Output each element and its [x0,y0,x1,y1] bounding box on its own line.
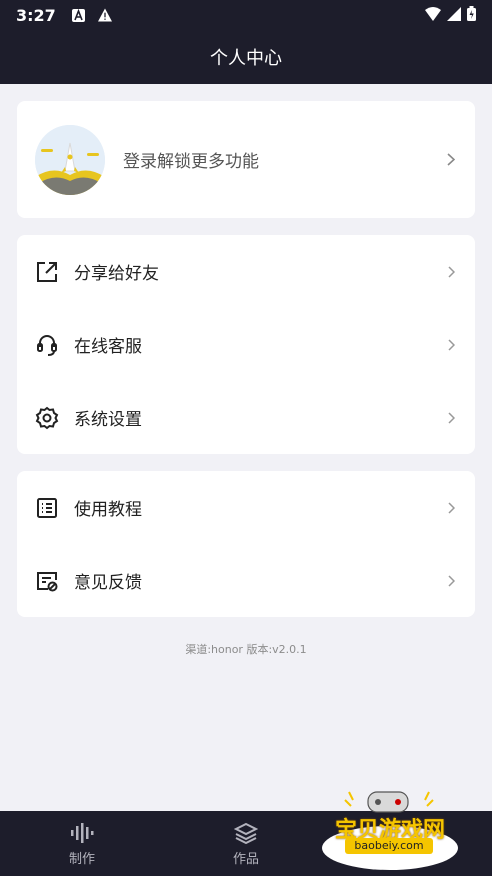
version-info: 渠道:honor 版本:v2.0.1 [185,643,307,656]
status-time: 3:27 [16,5,56,25]
headset-icon [35,333,59,357]
site-watermark: 宝贝游戏网 baobeiy.com [315,790,465,870]
watermark-domain: baobeiy.com [345,838,433,854]
warning-icon [97,8,112,22]
login-prompt: 登录解锁更多功能 [123,152,259,172]
menu-item-share[interactable]: 分享给好友 [17,235,475,308]
page-header: 个人中心 [0,30,492,84]
tab-label-works: 作品 [232,851,259,867]
menu-group-secondary: 使用教程 意见反馈 [17,471,475,617]
share-icon [35,260,59,284]
menu-label-customer-service: 在线客服 [74,337,142,357]
menu-label-share: 分享给好友 [74,264,159,284]
chevron-right-icon [445,338,457,352]
wifi-icon [425,6,441,25]
menu-label-feedback: 意见反馈 [74,573,142,593]
menu-label-tutorial: 使用教程 [74,500,142,520]
rocket-avatar-icon [35,124,105,195]
feedback-icon [35,569,59,593]
notification-a-icon [72,8,86,22]
chevron-right-icon [445,153,457,167]
login-card[interactable]: 登录解锁更多功能 [17,101,475,218]
layers-icon [233,821,259,845]
page-title: 个人中心 [210,48,282,69]
tab-label-make: 制作 [68,851,95,867]
tab-make[interactable]: 制作 [0,811,164,876]
menu-item-tutorial[interactable]: 使用教程 [17,471,475,544]
menu-item-customer-service[interactable]: 在线客服 [17,308,475,381]
battery-icon [467,5,476,25]
menu-item-feedback[interactable]: 意见反馈 [17,544,475,617]
chevron-right-icon [445,574,457,588]
signal-icon [447,6,461,25]
chevron-right-icon [445,501,457,515]
menu-group-primary: 分享给好友 在线客服 系统设置 [17,235,475,454]
list-icon [35,496,59,520]
menu-label-settings: 系统设置 [74,410,142,430]
status-bar: 3:27 [0,0,492,30]
chevron-right-icon [445,265,457,279]
chevron-right-icon [445,411,457,425]
tab-works[interactable]: 作品 [164,811,328,876]
menu-item-settings[interactable]: 系统设置 [17,381,475,454]
gear-icon [35,406,59,430]
waveform-icon [69,821,95,845]
